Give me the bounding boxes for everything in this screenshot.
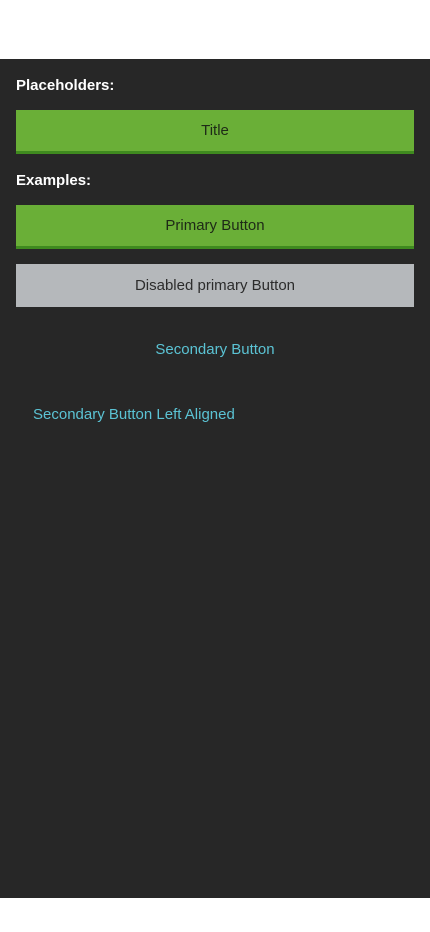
disabled-primary-button: Disabled primary Button (16, 264, 414, 307)
secondary-button-left-aligned[interactable]: Secondary Button Left Aligned (33, 406, 235, 424)
placeholders-heading: Placeholders: (16, 77, 115, 94)
examples-heading: Examples: (16, 172, 92, 189)
primary-button[interactable]: Primary Button (16, 205, 414, 249)
secondary-button[interactable]: Secondary Button (0, 341, 430, 359)
button-showcase-screen: Placeholders: Title Examples: Primary Bu… (0, 59, 430, 898)
title-placeholder-button[interactable]: Title (16, 110, 414, 154)
home-indicator-area (0, 898, 430, 932)
status-bar-area (0, 0, 430, 59)
